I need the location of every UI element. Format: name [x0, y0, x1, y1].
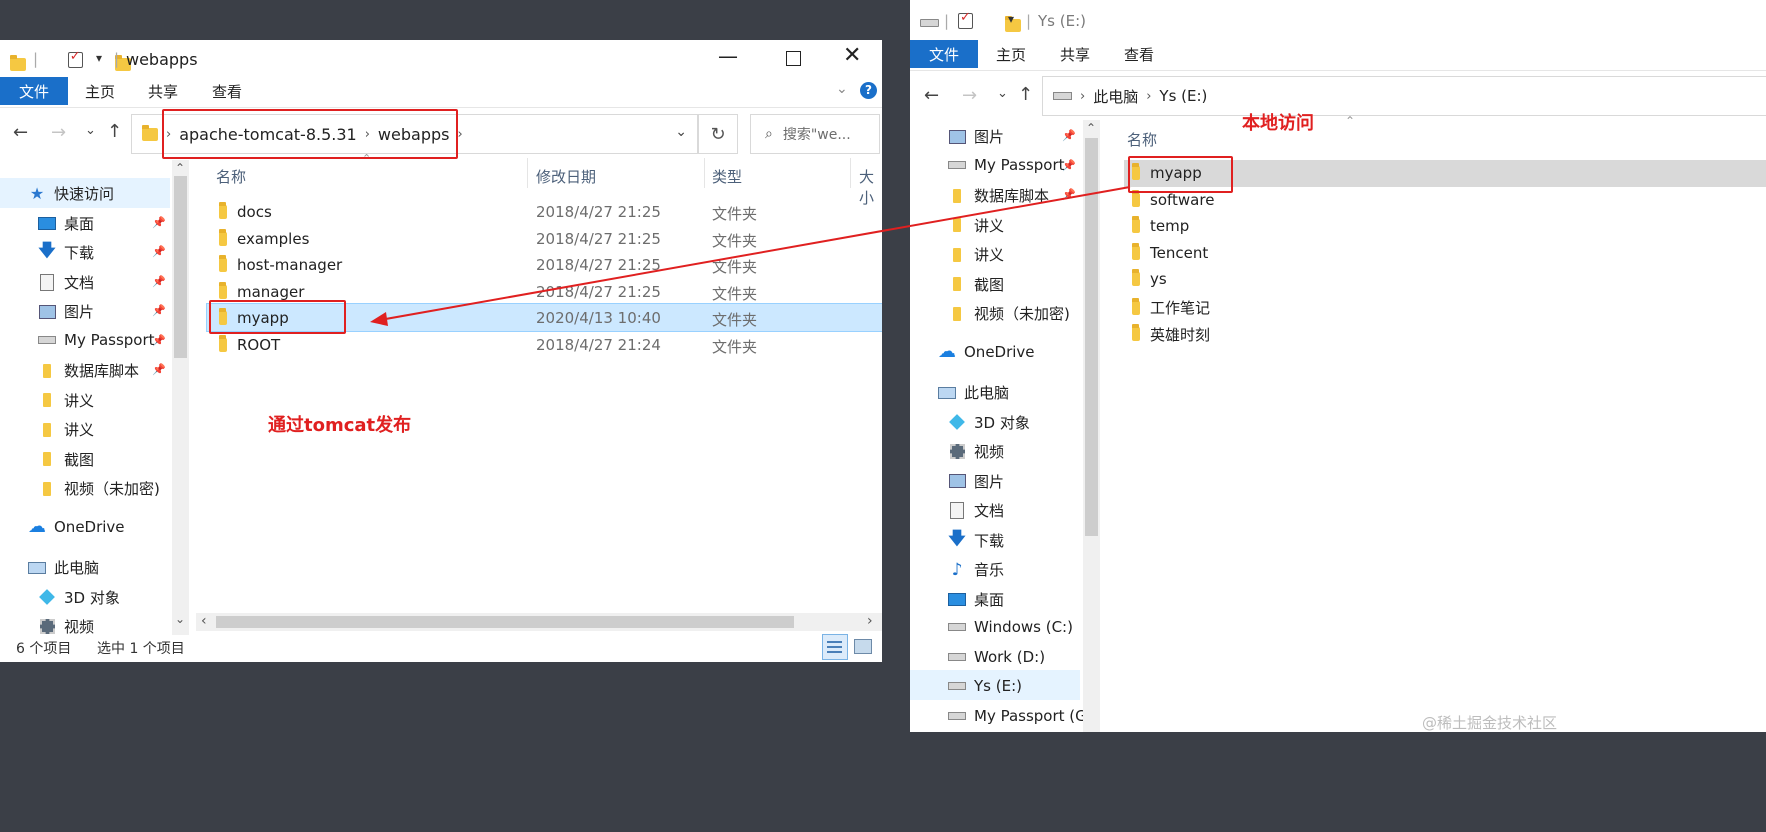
watermark: @稀土掘金技术社区: [1422, 714, 1558, 732]
annotation-arrow: [370, 186, 1131, 326]
arrow-line: [379, 186, 1131, 321]
arrow-head: [370, 312, 388, 326]
